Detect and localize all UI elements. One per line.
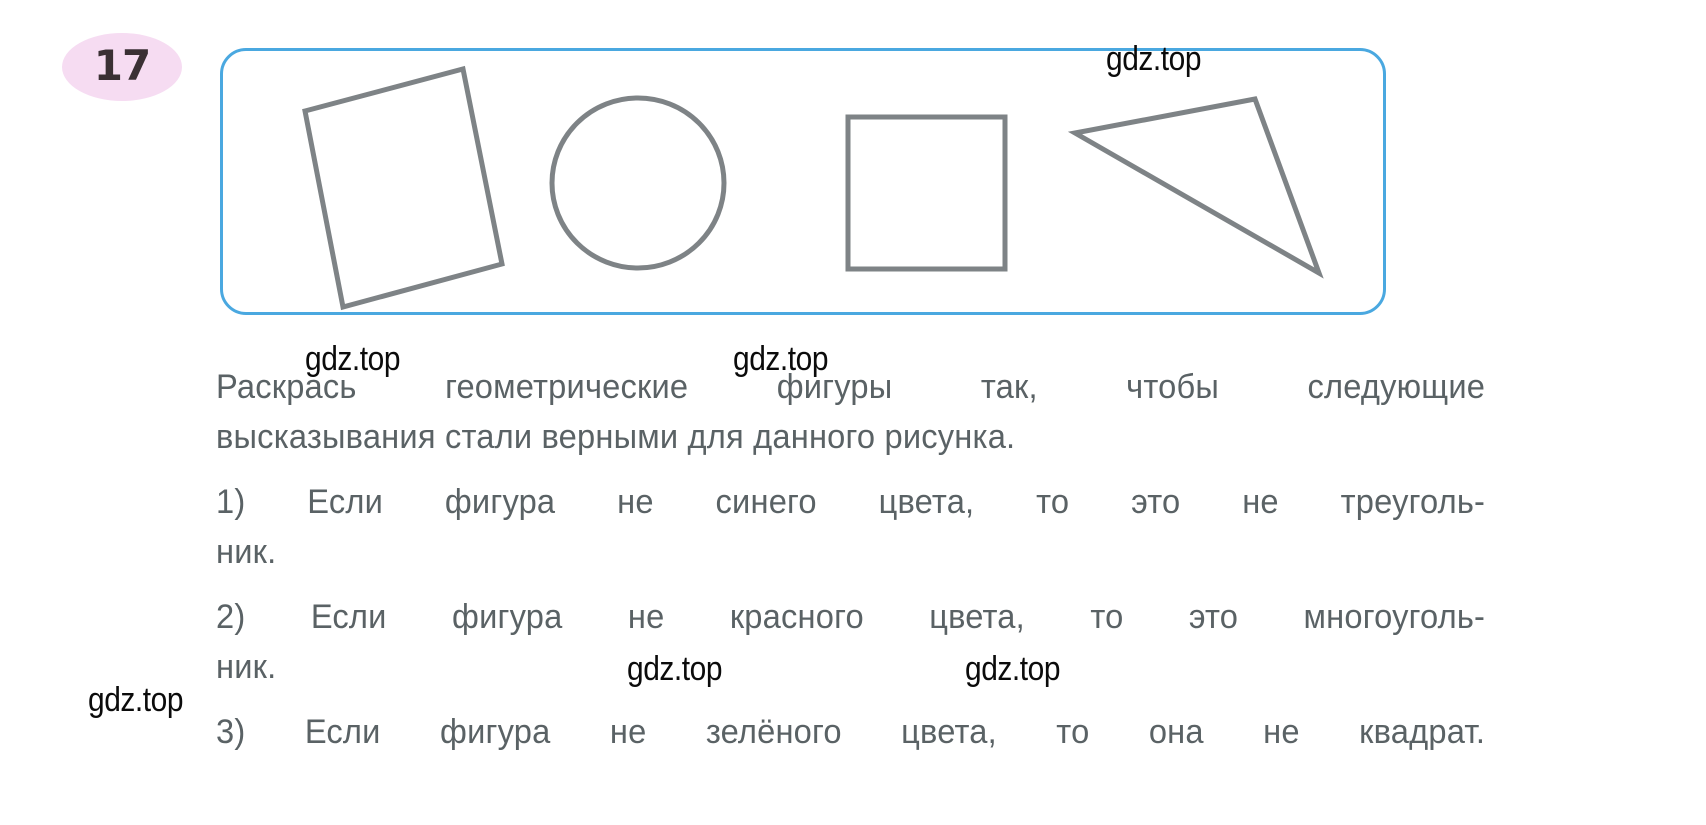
watermark: gdz.top (965, 650, 1061, 688)
statement-3: 3) Если фигура не зелёного цвета, то она… (216, 707, 1485, 757)
square-shape[interactable] (845, 114, 1008, 272)
figures-drawing (302, 65, 1324, 311)
circle-shape[interactable] (549, 95, 727, 271)
statement-2-line-1: 2) Если фигура не красного цвета, то это… (216, 598, 1486, 636)
statement-1-line-1: 1) Если фигура не синего цвета, то это н… (216, 483, 1486, 521)
instruction-line-2: высказывания стали верными для данного р… (216, 418, 1016, 456)
exercise-number-badge: 17 (62, 33, 182, 101)
worksheet-page: 17 Раскрась геометрические фигуры так, ч… (0, 0, 1706, 825)
rotated-rectangle-shape[interactable] (302, 65, 505, 311)
watermark: gdz.top (305, 340, 401, 378)
statement-2-line-2: ник. (216, 648, 277, 686)
watermark: gdz.top (733, 340, 829, 378)
watermark: gdz.top (627, 650, 723, 688)
watermark: gdz.top (1106, 40, 1202, 78)
exercise-number: 17 (93, 41, 151, 90)
triangle-shape[interactable] (1067, 96, 1324, 279)
instruction-paragraph: Раскрась геометрические фигуры так, чтоб… (216, 362, 1485, 462)
statement-1: 1) Если фигура не синего цвета, то это н… (216, 477, 1485, 577)
statement-2: 2) Если фигура не красного цвета, то это… (216, 592, 1485, 692)
figures-panel (220, 48, 1386, 315)
statement-3-line-1: 3) Если фигура не зелёного цвета, то она… (216, 713, 1486, 751)
watermark: gdz.top (88, 681, 184, 719)
statement-1-line-2: ник. (216, 533, 277, 571)
instruction-line-1: Раскрась геометрические фигуры так, чтоб… (216, 368, 1486, 406)
exercise-text: Раскрась геометрические фигуры так, чтоб… (216, 362, 1538, 757)
